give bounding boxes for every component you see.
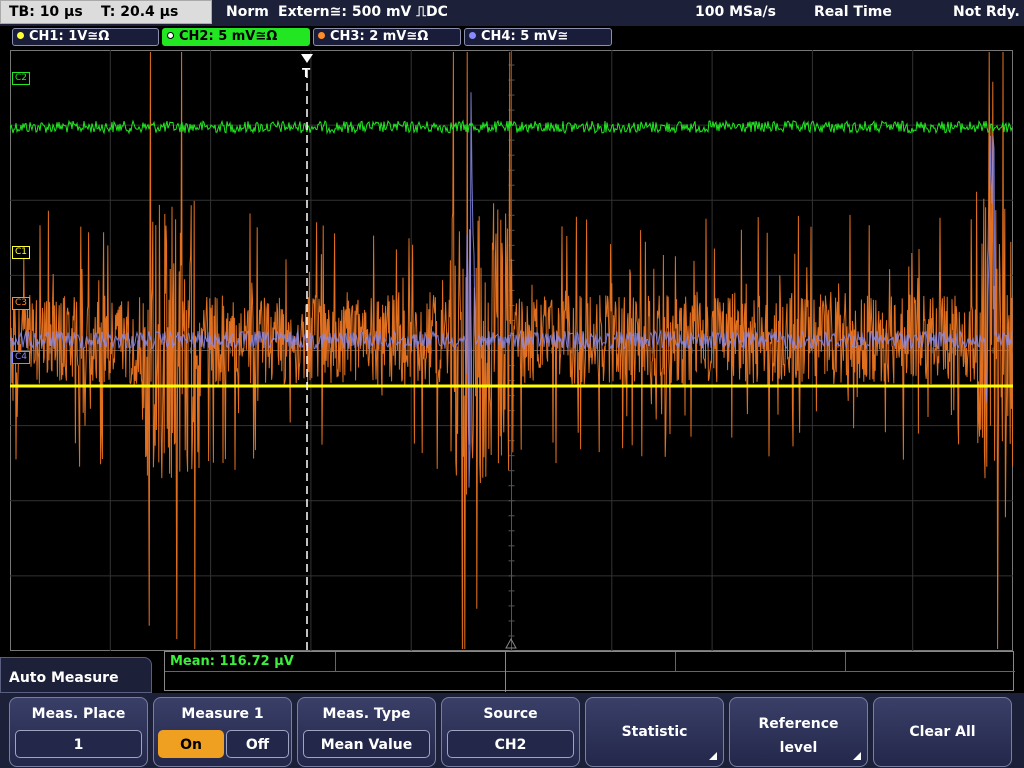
source-softkey[interactable]: Source CH2 bbox=[441, 697, 580, 767]
measure-off-button[interactable]: Off bbox=[226, 730, 289, 758]
source-value[interactable]: CH2 bbox=[447, 730, 574, 758]
softkey-label: Meas. Type bbox=[322, 706, 411, 722]
statistic-softkey[interactable]: Statistic bbox=[585, 697, 724, 767]
submenu-corner-icon bbox=[853, 752, 861, 760]
meas-type-softkey[interactable]: Meas. Type Mean Value bbox=[297, 697, 436, 767]
trigger-source[interactable]: Extern≅: 500 mV ⎍DC bbox=[278, 0, 448, 24]
softkey-label: Reference level bbox=[758, 716, 839, 756]
ch4-level-marker[interactable]: C4 bbox=[12, 351, 31, 364]
reference-level-softkey[interactable]: Reference level bbox=[729, 697, 868, 767]
channel-tab-ch3[interactable]: CH3: 2 mV≅Ω bbox=[313, 28, 461, 46]
channel-tab-label: CH1: 1V≅Ω bbox=[29, 29, 110, 44]
clear-all-softkey[interactable]: Clear All bbox=[873, 697, 1012, 767]
acquisition-state: Not Rdy. bbox=[953, 4, 1020, 20]
ch4-dot-icon bbox=[469, 32, 476, 39]
softkey-label: Statistic bbox=[621, 724, 688, 740]
sample-rate: 100 MSa/s bbox=[695, 4, 777, 20]
ch1-level-marker[interactable]: C1 bbox=[12, 246, 31, 259]
acquisition-mode: Real Time bbox=[814, 4, 892, 20]
ch2-level-marker[interactable]: C2 bbox=[12, 72, 31, 85]
ch1-dot-icon bbox=[17, 32, 24, 39]
timebase-box[interactable]: TB: 10 µs T: 20.4 µs bbox=[0, 0, 212, 24]
trigger-marker[interactable]: T bbox=[302, 66, 310, 80]
softkey-label: Source bbox=[483, 706, 538, 722]
timebase-label: TB: 10 µs bbox=[9, 4, 83, 20]
submenu-corner-icon bbox=[709, 752, 717, 760]
channel-tab-label: CH2: 5 mV≅Ω bbox=[179, 29, 278, 44]
ch2-dot-icon bbox=[167, 32, 174, 39]
channel-tab-label: CH4: 5 mV≅ bbox=[481, 29, 569, 44]
softkey-label: Measure 1 bbox=[181, 706, 264, 722]
meas-type-value[interactable]: Mean Value bbox=[303, 730, 430, 758]
channel-tab-label: CH3: 2 mV≅Ω bbox=[330, 29, 429, 44]
ch3-dot-icon bbox=[318, 32, 325, 39]
softkey-label: Clear All bbox=[909, 724, 976, 740]
ch3-level-marker[interactable]: C3 bbox=[12, 297, 31, 310]
channel-tab-ch2[interactable]: CH2: 5 mV≅Ω bbox=[162, 28, 310, 46]
trigger-mode[interactable]: Norm bbox=[226, 0, 269, 24]
menu-title: Auto Measure bbox=[0, 657, 152, 693]
channel-tab-ch1[interactable]: CH1: 1V≅Ω bbox=[12, 28, 159, 46]
softkey-label: Meas. Place bbox=[31, 706, 126, 722]
measurement-result: Mean: 116.72 µV bbox=[170, 654, 294, 669]
channel-tab-ch4[interactable]: CH4: 5 mV≅ bbox=[464, 28, 612, 46]
trigger-time-label: T: 20.4 µs bbox=[101, 4, 179, 20]
meas-place-value[interactable]: 1 bbox=[15, 730, 142, 758]
waveform-canvas bbox=[10, 50, 1013, 651]
measure-1-softkey[interactable]: Measure 1 On Off bbox=[153, 697, 292, 767]
meas-place-softkey[interactable]: Meas. Place 1 bbox=[9, 697, 148, 767]
measure-on-button[interactable]: On bbox=[158, 730, 224, 758]
